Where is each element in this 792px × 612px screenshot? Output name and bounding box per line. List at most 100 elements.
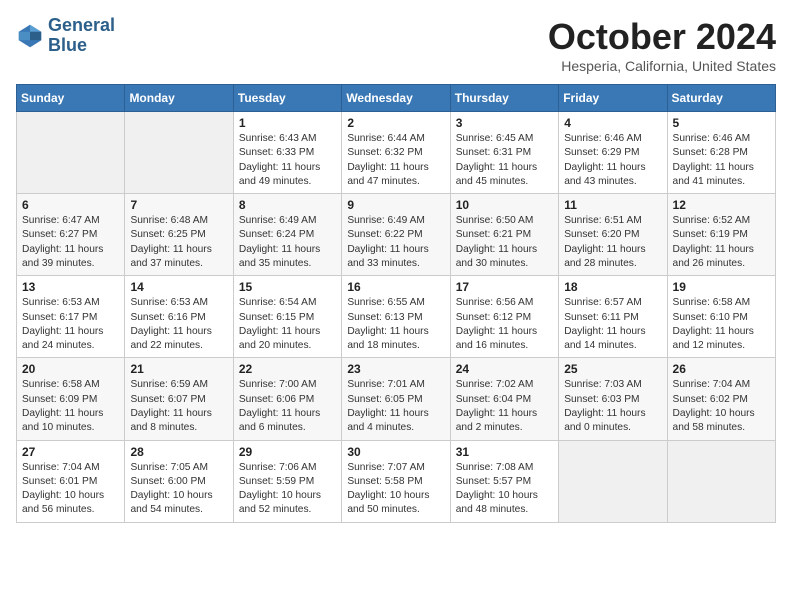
calendar-header-row: SundayMondayTuesdayWednesdayThursdayFrid… xyxy=(17,85,776,112)
week-row-1: 1 Sunrise: 6:43 AM Sunset: 6:33 PM Daylig… xyxy=(17,112,776,194)
cell-info: Sunrise: 6:48 AM Sunset: 6:25 PM Dayligh… xyxy=(130,214,227,271)
day-number: 5 xyxy=(673,116,770,130)
cell-info: Sunrise: 7:03 AM Sunset: 6:03 PM Dayligh… xyxy=(564,378,661,435)
cell-info: Sunrise: 7:05 AM Sunset: 6:00 PM Dayligh… xyxy=(130,461,227,518)
day-number: 12 xyxy=(673,198,770,212)
column-header-thursday: Thursday xyxy=(450,85,558,112)
calendar-cell: 27 Sunrise: 7:04 AM Sunset: 6:01 PM Dayli… xyxy=(17,440,125,522)
day-number: 13 xyxy=(22,280,119,294)
calendar-cell: 24 Sunrise: 7:02 AM Sunset: 6:04 PM Dayli… xyxy=(450,358,558,440)
week-row-5: 27 Sunrise: 7:04 AM Sunset: 6:01 PM Dayli… xyxy=(17,440,776,522)
calendar-cell: 1 Sunrise: 6:43 AM Sunset: 6:33 PM Daylig… xyxy=(233,112,341,194)
day-number: 8 xyxy=(239,198,336,212)
cell-info: Sunrise: 7:07 AM Sunset: 5:58 PM Dayligh… xyxy=(347,461,444,518)
day-number: 31 xyxy=(456,445,553,459)
calendar-cell: 30 Sunrise: 7:07 AM Sunset: 5:58 PM Dayli… xyxy=(342,440,450,522)
cell-info: Sunrise: 7:04 AM Sunset: 6:02 PM Dayligh… xyxy=(673,378,770,435)
column-header-tuesday: Tuesday xyxy=(233,85,341,112)
calendar-cell: 29Sunrise: 7:06 AM Sunset: 5:59 PM Dayli… xyxy=(233,440,341,522)
cell-info: Sunrise: 6:50 AM Sunset: 6:21 PM Dayligh… xyxy=(456,214,553,271)
day-number: 10 xyxy=(456,198,553,212)
cell-info: Sunrise: 6:59 AM Sunset: 6:07 PM Dayligh… xyxy=(130,378,227,435)
calendar-cell: 17Sunrise: 6:56 AM Sunset: 6:12 PM Dayli… xyxy=(450,276,558,358)
calendar-cell xyxy=(667,440,775,522)
week-row-2: 6Sunrise: 6:47 AM Sunset: 6:27 PM Daylig… xyxy=(17,194,776,276)
day-number: 27 xyxy=(22,445,119,459)
cell-info: Sunrise: 7:08 AM Sunset: 5:57 PM Dayligh… xyxy=(456,461,553,518)
column-header-saturday: Saturday xyxy=(667,85,775,112)
week-row-3: 13 Sunrise: 6:53 AM Sunset: 6:17 PM Dayli… xyxy=(17,276,776,358)
day-number: 16 xyxy=(347,280,444,294)
day-number: 25 xyxy=(564,362,661,376)
day-number: 29 xyxy=(239,445,336,459)
cell-info: Sunrise: 7:01 AM Sunset: 6:05 PM Dayligh… xyxy=(347,378,444,435)
calendar-cell: 4 Sunrise: 6:46 AM Sunset: 6:29 PM Daylig… xyxy=(559,112,667,194)
day-number: 28 xyxy=(130,445,227,459)
day-number: 18 xyxy=(564,280,661,294)
cell-info: Sunrise: 6:43 AM Sunset: 6:33 PM Dayligh… xyxy=(239,132,336,189)
cell-info: Sunrise: 6:47 AM Sunset: 6:27 PM Dayligh… xyxy=(22,214,119,271)
calendar-cell xyxy=(559,440,667,522)
cell-info: Sunrise: 6:53 AM Sunset: 6:17 PM Dayligh… xyxy=(22,296,119,353)
day-number: 1 xyxy=(239,116,336,130)
day-number: 19 xyxy=(673,280,770,294)
calendar-cell: 11 Sunrise: 6:51 AM Sunset: 6:20 PM Dayli… xyxy=(559,194,667,276)
calendar-cell: 22 Sunrise: 7:00 AM Sunset: 6:06 PM Dayli… xyxy=(233,358,341,440)
calendar-cell: 9 Sunrise: 6:49 AM Sunset: 6:22 PM Daylig… xyxy=(342,194,450,276)
cell-info: Sunrise: 6:46 AM Sunset: 6:28 PM Dayligh… xyxy=(673,132,770,189)
column-header-friday: Friday xyxy=(559,85,667,112)
day-number: 30 xyxy=(347,445,444,459)
cell-info: Sunrise: 6:49 AM Sunset: 6:24 PM Dayligh… xyxy=(239,214,336,271)
cell-info: Sunrise: 6:58 AM Sunset: 6:10 PM Dayligh… xyxy=(673,296,770,353)
calendar-cell: 10 Sunrise: 6:50 AM Sunset: 6:21 PM Dayli… xyxy=(450,194,558,276)
logo-text: General Blue xyxy=(48,16,115,56)
day-number: 22 xyxy=(239,362,336,376)
cell-info: Sunrise: 6:44 AM Sunset: 6:32 PM Dayligh… xyxy=(347,132,444,189)
calendar-cell: 16 Sunrise: 6:55 AM Sunset: 6:13 PM Dayli… xyxy=(342,276,450,358)
cell-info: Sunrise: 6:52 AM Sunset: 6:19 PM Dayligh… xyxy=(673,214,770,271)
day-number: 26 xyxy=(673,362,770,376)
calendar-cell: 31 Sunrise: 7:08 AM Sunset: 5:57 PM Dayli… xyxy=(450,440,558,522)
logo: General Blue xyxy=(16,16,115,56)
cell-info: Sunrise: 6:45 AM Sunset: 6:31 PM Dayligh… xyxy=(456,132,553,189)
cell-info: Sunrise: 7:02 AM Sunset: 6:04 PM Dayligh… xyxy=(456,378,553,435)
calendar-cell: 2 Sunrise: 6:44 AM Sunset: 6:32 PM Daylig… xyxy=(342,112,450,194)
week-row-4: 20 Sunrise: 6:58 AM Sunset: 6:09 PM Dayli… xyxy=(17,358,776,440)
day-number: 20 xyxy=(22,362,119,376)
cell-info: Sunrise: 6:46 AM Sunset: 6:29 PM Dayligh… xyxy=(564,132,661,189)
calendar-cell: 28 Sunrise: 7:05 AM Sunset: 6:00 PM Dayli… xyxy=(125,440,233,522)
day-number: 3 xyxy=(456,116,553,130)
day-number: 15 xyxy=(239,280,336,294)
calendar-cell: 19 Sunrise: 6:58 AM Sunset: 6:10 PM Dayli… xyxy=(667,276,775,358)
calendar-cell: 21Sunrise: 6:59 AM Sunset: 6:07 PM Dayli… xyxy=(125,358,233,440)
cell-info: Sunrise: 6:58 AM Sunset: 6:09 PM Dayligh… xyxy=(22,378,119,435)
calendar-cell: 14Sunrise: 6:53 AM Sunset: 6:16 PM Dayli… xyxy=(125,276,233,358)
calendar-cell xyxy=(125,112,233,194)
calendar-cell: 25 Sunrise: 7:03 AM Sunset: 6:03 PM Dayli… xyxy=(559,358,667,440)
calendar-cell: 18Sunrise: 6:57 AM Sunset: 6:11 PM Dayli… xyxy=(559,276,667,358)
calendar-cell: 26 Sunrise: 7:04 AM Sunset: 6:02 PM Dayli… xyxy=(667,358,775,440)
calendar-table: SundayMondayTuesdayWednesdayThursdayFrid… xyxy=(16,84,776,523)
day-number: 2 xyxy=(347,116,444,130)
cell-info: Sunrise: 6:49 AM Sunset: 6:22 PM Dayligh… xyxy=(347,214,444,271)
day-number: 11 xyxy=(564,198,661,212)
calendar-cell: 7Sunrise: 6:48 AM Sunset: 6:25 PM Daylig… xyxy=(125,194,233,276)
calendar-cell: 23Sunrise: 7:01 AM Sunset: 6:05 PM Dayli… xyxy=(342,358,450,440)
day-number: 9 xyxy=(347,198,444,212)
cell-info: Sunrise: 6:55 AM Sunset: 6:13 PM Dayligh… xyxy=(347,296,444,353)
cell-info: Sunrise: 6:53 AM Sunset: 6:16 PM Dayligh… xyxy=(130,296,227,353)
day-number: 24 xyxy=(456,362,553,376)
title-block: October 2024 Hesperia, California, Unite… xyxy=(548,16,776,74)
day-number: 17 xyxy=(456,280,553,294)
cell-info: Sunrise: 7:00 AM Sunset: 6:06 PM Dayligh… xyxy=(239,378,336,435)
column-header-sunday: Sunday xyxy=(17,85,125,112)
cell-info: Sunrise: 6:51 AM Sunset: 6:20 PM Dayligh… xyxy=(564,214,661,271)
day-number: 4 xyxy=(564,116,661,130)
column-header-monday: Monday xyxy=(125,85,233,112)
calendar-cell xyxy=(17,112,125,194)
page-header: General Blue October 2024 Hesperia, Cali… xyxy=(16,16,776,74)
logo-icon xyxy=(16,22,44,50)
month-title: October 2024 xyxy=(548,16,776,58)
cell-info: Sunrise: 7:04 AM Sunset: 6:01 PM Dayligh… xyxy=(22,461,119,518)
calendar-cell: 8 Sunrise: 6:49 AM Sunset: 6:24 PM Daylig… xyxy=(233,194,341,276)
